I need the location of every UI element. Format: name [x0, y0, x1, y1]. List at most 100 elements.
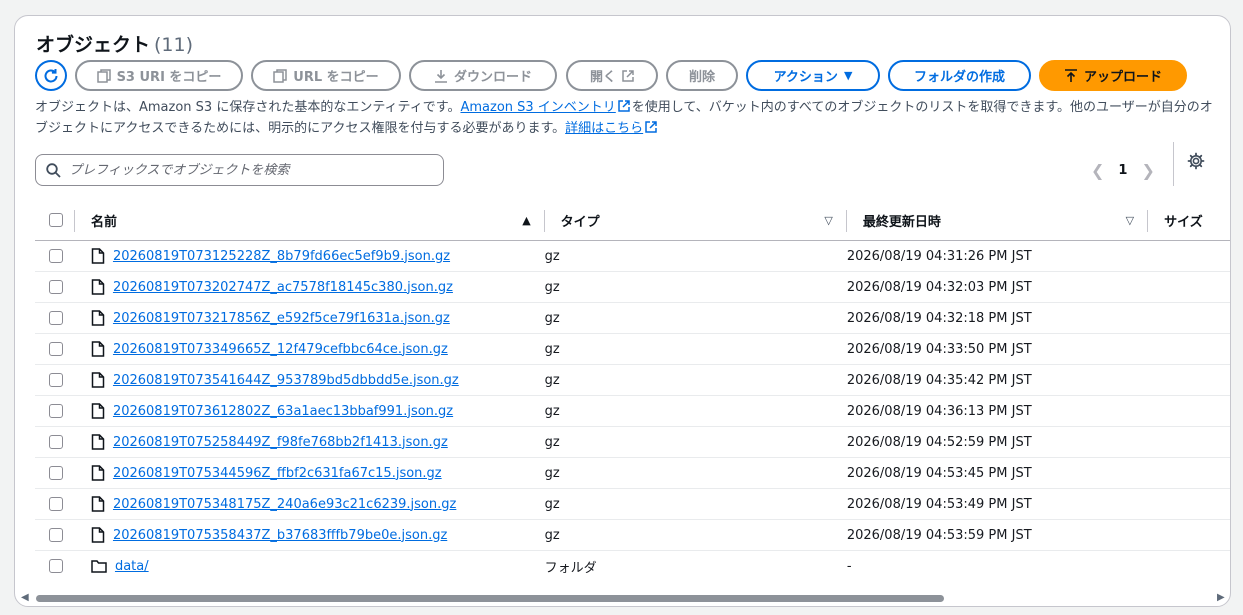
horizontal-scrollbar[interactable]: ◀ ▶: [15, 590, 1230, 606]
object-count: (11): [154, 34, 194, 56]
row-checkbox[interactable]: [49, 280, 63, 294]
row-checkbox[interactable]: [49, 528, 63, 542]
open-button[interactable]: 開く: [566, 60, 658, 91]
object-type: gz: [544, 395, 847, 427]
column-header-modified[interactable]: 最終更新日時 ▽: [846, 200, 1149, 241]
row-checkbox[interactable]: [49, 466, 63, 480]
object-link[interactable]: 20260819T073612802Z_63a1aec13bbaf991.jso…: [113, 404, 453, 419]
object-link[interactable]: 20260819T073349665Z_12f479cefbbc64ce.jso…: [113, 342, 448, 357]
object-link[interactable]: 20260819T073217856Z_e592f5ce79f1631a.jso…: [113, 311, 450, 326]
row-checkbox[interactable]: [49, 404, 63, 418]
copy-icon: [96, 68, 111, 83]
table-row[interactable]: 20260819T073202747Z_ac7578f18145c380.jso…: [35, 271, 1230, 303]
delete-button[interactable]: 削除: [666, 60, 738, 91]
object-modified: 2026/08/19 04:32:03 PM JST: [846, 271, 1149, 303]
row-checkbox[interactable]: [49, 559, 63, 574]
pagination: ❮ 1 ❯: [1091, 156, 1155, 184]
row-checkbox[interactable]: [49, 497, 63, 511]
search-input[interactable]: [69, 162, 429, 178]
object-type: gz: [544, 426, 847, 458]
table-row[interactable]: 20260819T073125228Z_8b79fd66ec5ef9b9.jso…: [35, 240, 1230, 272]
file-icon: [91, 279, 105, 295]
file-icon: [91, 341, 105, 357]
object-link[interactable]: 20260819T075348175Z_240a6e93c21c6239.jso…: [113, 497, 456, 512]
object-type: gz: [544, 271, 847, 303]
description: オブジェクトは、Amazon S3 に保存された基本的なエンティティです。Ama…: [35, 97, 1215, 139]
table-row[interactable]: 20260819T073612802Z_63a1aec13bbaf991.jso…: [35, 395, 1230, 427]
upload-button[interactable]: アップロード: [1039, 60, 1187, 91]
delete-label: 削除: [688, 70, 715, 85]
table-row[interactable]: 20260819T075344596Z_ffbf2c631fa67c15.jso…: [35, 457, 1230, 489]
object-link[interactable]: 20260819T073202747Z_ac7578f18145c380.jso…: [113, 280, 453, 295]
object-size: [1148, 364, 1230, 396]
folder-icon: [91, 560, 107, 573]
object-modified: 2026/08/19 04:32:18 PM JST: [846, 302, 1149, 334]
object-size: [1148, 426, 1230, 458]
copy-url-button[interactable]: URL をコピー: [251, 60, 401, 91]
file-icon: [91, 403, 105, 419]
upload-icon: [1064, 68, 1077, 82]
current-page-number[interactable]: 1: [1118, 163, 1127, 178]
column-header-type[interactable]: タイプ ▽: [544, 200, 847, 241]
folder-link[interactable]: data/: [115, 559, 149, 574]
row-checkbox[interactable]: [49, 435, 63, 449]
preferences-button[interactable]: [1187, 152, 1205, 174]
select-all-checkbox[interactable]: [49, 213, 63, 227]
row-checkbox[interactable]: [49, 311, 63, 325]
external-link-icon: [622, 69, 634, 82]
column-modified-label: 最終更新日時: [862, 214, 941, 230]
objects-table: 名前 ▲ タイプ ▽ 最終更新日時 ▽ サイズ 20260819T0731252…: [35, 200, 1230, 582]
table-row[interactable]: 20260819T073349665Z_12f479cefbbc64ce.jso…: [35, 333, 1230, 365]
table-row[interactable]: 20260819T073541644Z_953789bd5dbbdd5e.jso…: [35, 364, 1230, 396]
object-modified: 2026/08/19 04:33:50 PM JST: [846, 333, 1149, 365]
table-header-row: 名前 ▲ タイプ ▽ 最終更新日時 ▽ サイズ: [35, 200, 1230, 241]
refresh-icon: [44, 68, 58, 82]
object-modified: 2026/08/19 04:53:59 PM JST: [846, 519, 1149, 551]
table-row[interactable]: 20260819T073217856Z_e592f5ce79f1631a.jso…: [35, 302, 1230, 334]
actions-dropdown[interactable]: アクション ▼: [746, 60, 880, 91]
create-folder-button[interactable]: フォルダの作成: [888, 60, 1031, 91]
external-link-icon: [618, 100, 630, 112]
previous-page-icon[interactable]: ❮: [1091, 161, 1104, 180]
file-icon: [91, 310, 105, 326]
copy-s3-uri-button[interactable]: S3 URI をコピー: [75, 60, 243, 91]
column-type-label: タイプ: [560, 214, 600, 230]
object-link[interactable]: 20260819T075358437Z_b37683fffb79be0e.jso…: [113, 528, 447, 543]
file-icon: [91, 465, 105, 481]
download-button[interactable]: ダウンロード: [409, 60, 557, 91]
scroll-left-icon[interactable]: ◀: [21, 592, 29, 603]
object-link[interactable]: 20260819T075344596Z_ffbf2c631fa67c15.jso…: [113, 466, 442, 481]
actions-label: アクション: [773, 70, 838, 85]
object-modified: 2026/08/19 04:35:42 PM JST: [846, 364, 1149, 396]
object-size: [1148, 271, 1230, 303]
object-modified: 2026/08/19 04:36:13 PM JST: [846, 395, 1149, 427]
sort-icon: ▽: [824, 213, 833, 227]
download-icon: [434, 69, 447, 83]
object-type: gz: [544, 488, 847, 520]
object-link[interactable]: 20260819T075258449Z_f98fe768bb2f1413.jso…: [113, 435, 448, 450]
search-box[interactable]: [35, 154, 444, 186]
table-row[interactable]: data/ フォルダ -: [35, 551, 1230, 582]
table-row[interactable]: 20260819T075258449Z_f98fe768bb2f1413.jso…: [35, 426, 1230, 458]
table-row[interactable]: 20260819T075348175Z_240a6e93c21c6239.jso…: [35, 488, 1230, 520]
refresh-button[interactable]: [35, 60, 67, 91]
row-checkbox[interactable]: [49, 373, 63, 387]
table-row[interactable]: 20260819T075358437Z_b37683fffb79be0e.jso…: [35, 519, 1230, 551]
object-modified: 2026/08/19 04:53:49 PM JST: [846, 488, 1149, 520]
select-all-header: [35, 200, 75, 241]
next-page-icon[interactable]: ❯: [1141, 161, 1154, 180]
learn-more-link[interactable]: 詳細はこちら: [565, 121, 643, 136]
row-checkbox[interactable]: [49, 249, 63, 263]
scroll-right-icon[interactable]: ▶: [1217, 592, 1225, 603]
page-title: オブジェクト (11): [36, 30, 193, 57]
column-header-name[interactable]: 名前 ▲: [74, 200, 545, 241]
object-link[interactable]: 20260819T073125228Z_8b79fd66ec5ef9b9.jso…: [113, 249, 450, 264]
object-modified: 2026/08/19 04:31:26 PM JST: [846, 240, 1149, 272]
object-link[interactable]: 20260819T073541644Z_953789bd5dbbdd5e.jso…: [113, 373, 459, 388]
row-checkbox[interactable]: [49, 342, 63, 356]
scrollbar-thumb[interactable]: [36, 595, 944, 602]
column-header-size[interactable]: サイズ: [1148, 200, 1230, 241]
object-size: [1148, 551, 1230, 582]
create-folder-label: フォルダの作成: [913, 70, 1005, 85]
inventory-link[interactable]: Amazon S3 インベントリ: [460, 100, 615, 115]
